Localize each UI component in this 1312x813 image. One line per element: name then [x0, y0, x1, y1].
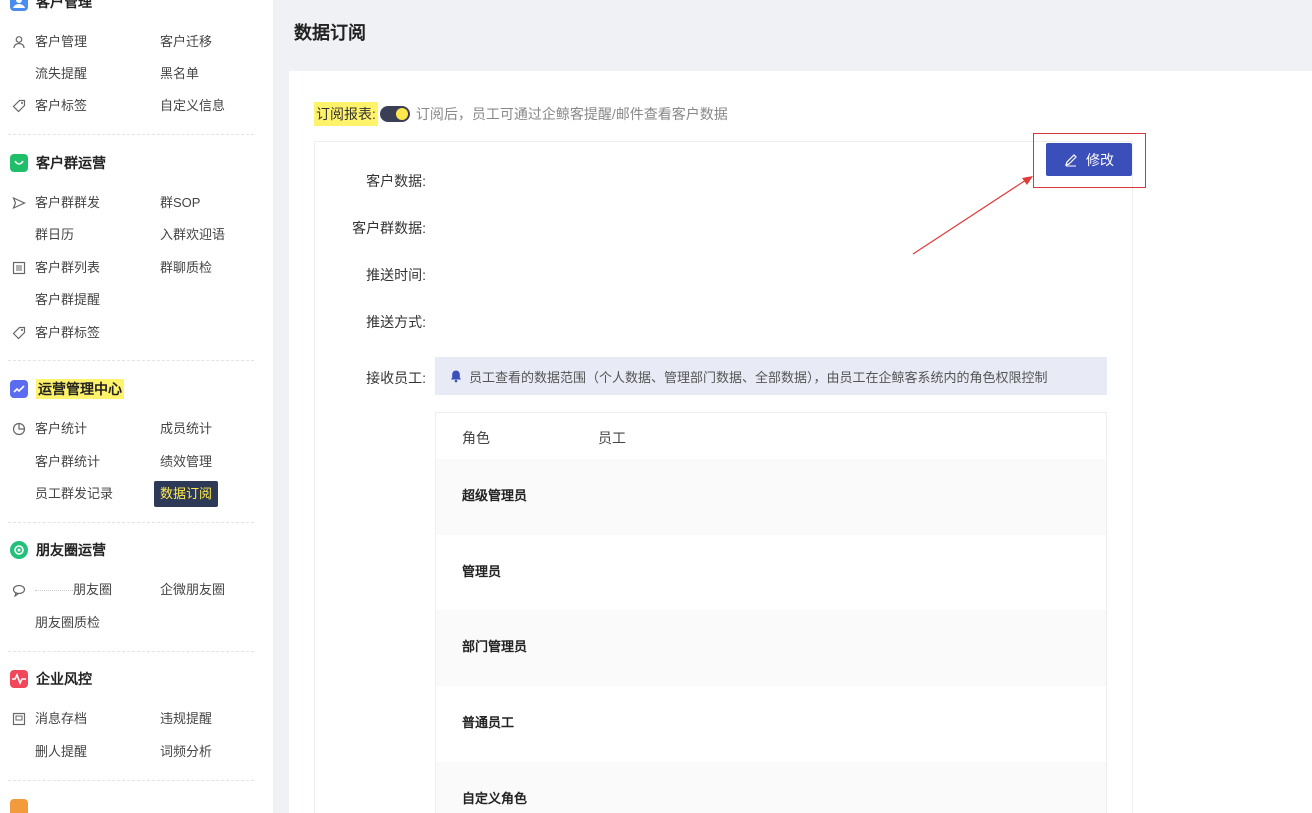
nav-word-frequency[interactable]: 词频分析 [160, 742, 212, 762]
table-row: 普通员工 [436, 686, 1106, 762]
sidebar: 客户管理 客户管理 客户迁移 流失提醒 黑名单 客户标签 自定义信息 客户群运营… [0, 0, 273, 813]
nav-group-reminder[interactable]: 客户群提醒 [35, 290, 100, 310]
customer-icon [10, 0, 28, 11]
nav-group-stats[interactable]: 客户群统计 [35, 452, 100, 472]
table-row: 管理员 [436, 535, 1106, 611]
section-title: 朋友圈运营 [36, 542, 106, 558]
archive-icon [12, 712, 26, 726]
nav-group-welcome[interactable]: 入群欢迎语 [160, 225, 225, 245]
toggle-knob [395, 108, 408, 120]
header-staff: 员工 [598, 430, 626, 446]
user-icon [12, 35, 26, 49]
role-name: 超级管理员 [462, 488, 528, 503]
nav-wecom-moments[interactable]: 企微朋友圈 [160, 580, 225, 600]
nav-group-sop[interactable]: 群SOP [160, 193, 200, 213]
list-icon [12, 261, 26, 275]
pulse-icon [10, 670, 28, 688]
divider [8, 522, 254, 523]
divider [8, 651, 254, 652]
nav-message-archive[interactable]: 消息存档 [35, 709, 87, 729]
pie-chart-icon [12, 422, 26, 436]
nav-group-tags[interactable]: 客户群标签 [35, 323, 100, 343]
label-push-time: 推送时间: [366, 267, 426, 283]
table-header: 角色 员工 [436, 413, 1106, 459]
section-customer-manage[interactable]: 客户管理 [10, 0, 92, 13]
subscribe-hint: 订阅后，员工可通过企鲸客提醒/邮件查看客户数据 [415, 106, 728, 122]
divider [8, 780, 254, 781]
nav-violation-reminder[interactable]: 违规提醒 [160, 709, 212, 729]
nav-group-list[interactable]: 客户群列表 [35, 258, 100, 278]
nav-customer-tags[interactable]: 客户标签 [35, 96, 87, 116]
nav-performance[interactable]: 绩效管理 [160, 452, 212, 472]
section-risk-control[interactable]: 企业风控 [10, 668, 92, 690]
divider [8, 134, 254, 135]
table-row: 自定义角色 [436, 762, 1106, 813]
table-row: 部门管理员 [436, 610, 1106, 686]
nav-moments[interactable]: 朋友圈 [35, 580, 112, 600]
tag-icon [12, 326, 26, 340]
section-title: 客户群运营 [36, 155, 106, 171]
header-role: 角色 [462, 430, 490, 446]
edit-button-label: 修改 [1086, 151, 1114, 168]
comment-icon [12, 583, 26, 598]
next-section-icon [10, 799, 28, 813]
section-moments-operation[interactable]: 朋友圈运营 [10, 539, 106, 561]
nav-customer-stats[interactable]: 客户统计 [35, 419, 87, 439]
edit-button[interactable]: 修改 [1046, 143, 1132, 176]
nav-member-stats[interactable]: 成员统计 [160, 419, 212, 439]
role-name: 管理员 [462, 564, 502, 579]
label-receivers: 接收员工: [366, 370, 426, 386]
pencil-icon [1065, 153, 1077, 166]
tag-icon [12, 99, 26, 113]
bell-icon [451, 370, 461, 383]
trend-chart-icon [10, 380, 28, 398]
subscribe-row: 订阅报表: 订阅后，员工可通过企鲸客提醒/邮件查看客户数据 [314, 102, 728, 126]
role-name: 普通员工 [462, 715, 515, 730]
section-operation-center[interactable]: 运营管理中心 [10, 378, 124, 400]
nav-custom-info[interactable]: 自定义信息 [160, 96, 225, 116]
nav-data-subscription[interactable]: 数据订阅 [154, 481, 219, 507]
nav-group-calendar[interactable]: 群日历 [35, 225, 74, 245]
subscribe-label-text: 订阅报表: [316, 106, 376, 122]
subscribe-toggle[interactable] [379, 106, 410, 122]
nav-group-broadcast[interactable]: 客户群群发 [35, 193, 100, 213]
subscribe-label: 订阅报表: [314, 102, 378, 126]
label-push-method: 推送方式: [366, 314, 426, 330]
table-row: 超级管理员 [436, 459, 1106, 535]
nav-moments-qc[interactable]: 朋友圈质检 [35, 613, 100, 633]
nav-customer-manage[interactable]: 客户管理 [35, 32, 87, 52]
role-name: 自定义角色 [462, 791, 528, 806]
label-customer-data: 客户数据: [366, 173, 426, 189]
chat-bubble-icon [10, 154, 28, 172]
nav-churn-reminder[interactable]: 流失提醒 [35, 64, 87, 84]
role-table: 角色 员工 超级管理员 管理员 部门管理员 普通员工 自定义角色 [435, 412, 1107, 813]
permission-notice: 员工查看的数据范围（个人数据、管理部门数据、全部数据），由员工在企鲸客系统内的角… [435, 357, 1107, 395]
aperture-icon [10, 541, 28, 559]
nav-staff-broadcast-log[interactable]: 员工群发记录 [35, 484, 113, 504]
section-title: 运营管理中心 [36, 379, 124, 399]
section-title: 客户管理 [36, 0, 92, 10]
nav-blacklist[interactable]: 黑名单 [160, 64, 199, 84]
nav-customer-migrate[interactable]: 客户迁移 [160, 32, 212, 52]
section-title: 企业风控 [36, 671, 92, 687]
nav-delete-reminder[interactable]: 删人提醒 [35, 742, 87, 762]
send-icon [12, 196, 26, 210]
label-group-data: 客户群数据: [352, 220, 426, 236]
redacted-mark [35, 590, 73, 592]
page-title: 数据订阅 [294, 23, 366, 43]
nav-group-chat-qc[interactable]: 群聊质检 [160, 258, 212, 278]
divider [8, 360, 254, 361]
section-group-operation[interactable]: 客户群运营 [10, 152, 106, 174]
notice-text: 员工查看的数据范围（个人数据、管理部门数据、全部数据），由员工在企鲸客系统内的角… [469, 369, 1048, 385]
role-name: 部门管理员 [462, 639, 528, 654]
nav-moments-label: 朋友圈 [73, 582, 113, 597]
